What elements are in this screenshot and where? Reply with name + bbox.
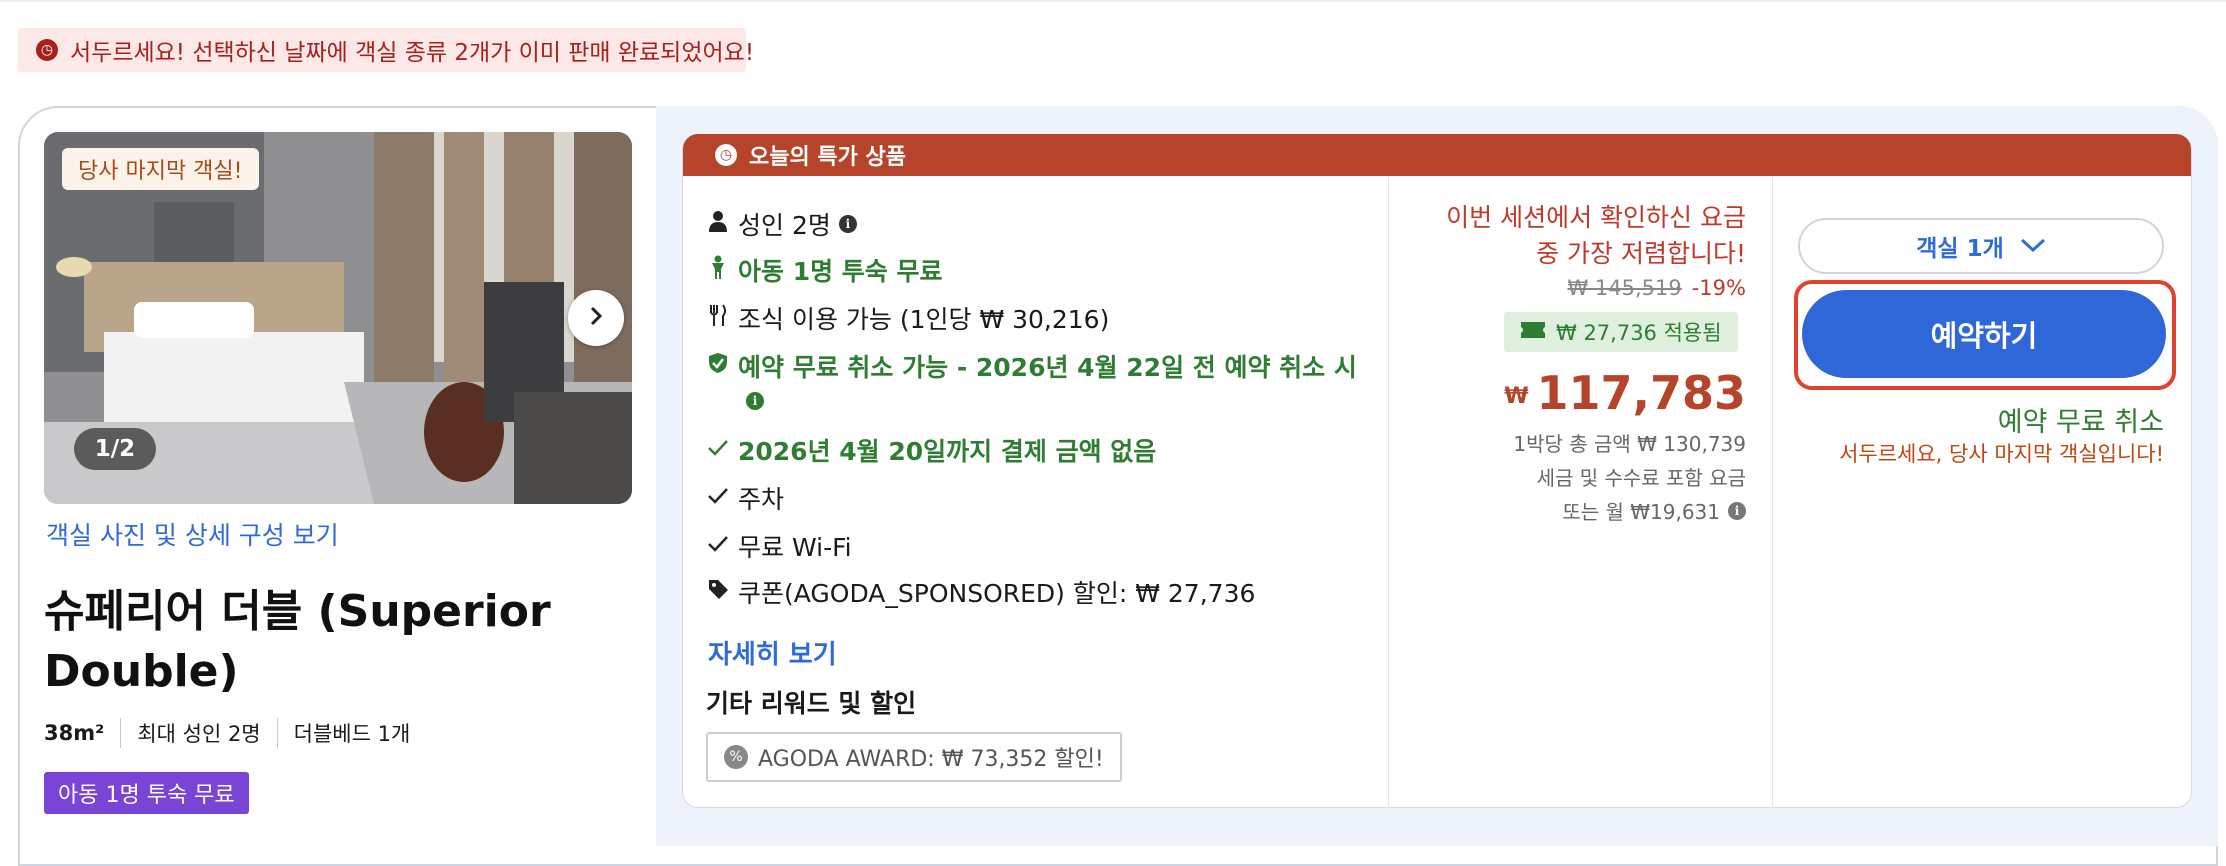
taxes-included-note: 세금 및 수수료 포함 요금	[1536, 466, 1746, 490]
room-size: 38m²	[44, 721, 105, 745]
max-occupancy: 최대 성인 2명	[120, 718, 276, 748]
final-price: ₩117,783	[1390, 366, 1746, 420]
last-room-notice: 서두르세요, 당사 마지막 객실입니다!	[1839, 442, 2164, 466]
shield-check-icon	[706, 352, 730, 380]
feature-free-cancellation: 예약 무료 취소 가능 - 2026년 4월 22일 전 예약 취소 시	[706, 348, 1357, 384]
original-price: ₩ 145,519 -19%	[1390, 276, 1746, 300]
top-divider	[0, 0, 2226, 2]
person-icon	[706, 210, 730, 238]
original-price-value: ₩ 145,519	[1567, 276, 1682, 300]
discount-percent: -19%	[1691, 276, 1746, 300]
feature-coupon: 쿠폰(AGODA_SPONSORED) 할인: ₩ 27,736	[706, 574, 1255, 610]
feature-adults: 성인 2명 i	[706, 206, 857, 242]
deal-header: ◷ 오늘의 특가 상품	[683, 134, 2191, 176]
tag-icon	[706, 578, 730, 606]
agoda-award-box: % AGODA AWARD: ₩ 73,352 할인!	[706, 732, 1122, 782]
coupon-applied-pill: ₩ 27,736 적용됨	[1504, 312, 1738, 352]
check-icon	[706, 486, 730, 511]
room-photos-link[interactable]: 객실 사진 및 상세 구성 보기	[46, 516, 339, 552]
currency-symbol: ₩	[1504, 384, 1529, 409]
free-cancel-info: i	[738, 392, 764, 410]
column-divider	[1772, 176, 1773, 808]
check-icon	[706, 438, 730, 463]
info-icon[interactable]: i	[838, 215, 857, 233]
feature-breakfast: 조식 이용 가능 (1인당 ₩ 30,216)	[706, 300, 1109, 336]
feature-parking: 주차	[706, 480, 784, 516]
bed-type: 더블베드 1개	[276, 718, 427, 748]
cheapest-notice: 이번 세션에서 확인하신 요금 중 가장 저렴합니다!	[1446, 203, 1746, 268]
room-specs: 38m² 최대 성인 2명 더블베드 1개	[44, 718, 426, 748]
price-amount: 117,783	[1536, 366, 1746, 420]
award-badge-icon: %	[724, 745, 748, 769]
clock-icon: ◷	[36, 39, 58, 61]
ticket-icon	[1520, 320, 1546, 344]
child-icon	[706, 255, 730, 285]
rewards-title: 기타 리워드 및 할인	[706, 689, 917, 718]
sold-out-warning-banner: ◷ 서두르세요! 선택하신 날짜에 객실 종류 2개가 이미 판매 완료되었어요…	[18, 28, 754, 72]
free-cancel-note: 예약 무료 취소	[1997, 407, 2164, 438]
monthly-payment: 또는 월 ₩19,631 i	[1390, 496, 1746, 525]
kid-free-badge: 아동 1명 투숙 무료	[44, 772, 249, 814]
next-photo-button[interactable]	[568, 290, 624, 346]
warning-text: 서두르세요! 선택하신 날짜에 객실 종류 2개가 이미 판매 완료되었어요!	[70, 40, 755, 66]
photo-counter: 1/2	[74, 428, 156, 470]
book-button[interactable]: 예약하기	[1802, 290, 2166, 378]
room-title: 슈페리어 더블 (Superior Double)	[44, 586, 551, 697]
check-icon	[706, 534, 730, 559]
clock-icon: ◷	[715, 144, 737, 166]
chevron-right-icon	[585, 305, 607, 331]
info-icon[interactable]: i	[1728, 501, 1746, 520]
deal-header-label: 오늘의 특가 상품	[749, 145, 906, 170]
feature-wifi: 무료 Wi-Fi	[706, 528, 852, 564]
chevron-down-icon	[2020, 233, 2046, 259]
more-details-link[interactable]: 자세히 보기	[708, 634, 837, 671]
per-night-total: 1박당 총 금액 ₩ 130,739	[1513, 432, 1746, 456]
info-icon[interactable]: i	[746, 392, 764, 410]
cutlery-icon	[706, 303, 730, 333]
last-room-tag: 당사 마지막 객실!	[62, 148, 259, 190]
room-count-select[interactable]: 객실 1개	[1798, 218, 2164, 274]
feature-no-payment: 2026년 4월 20일까지 결제 금액 없음	[706, 432, 1156, 468]
column-divider	[1388, 176, 1389, 808]
feature-kid-free: 아동 1명 투숙 무료	[706, 252, 943, 288]
